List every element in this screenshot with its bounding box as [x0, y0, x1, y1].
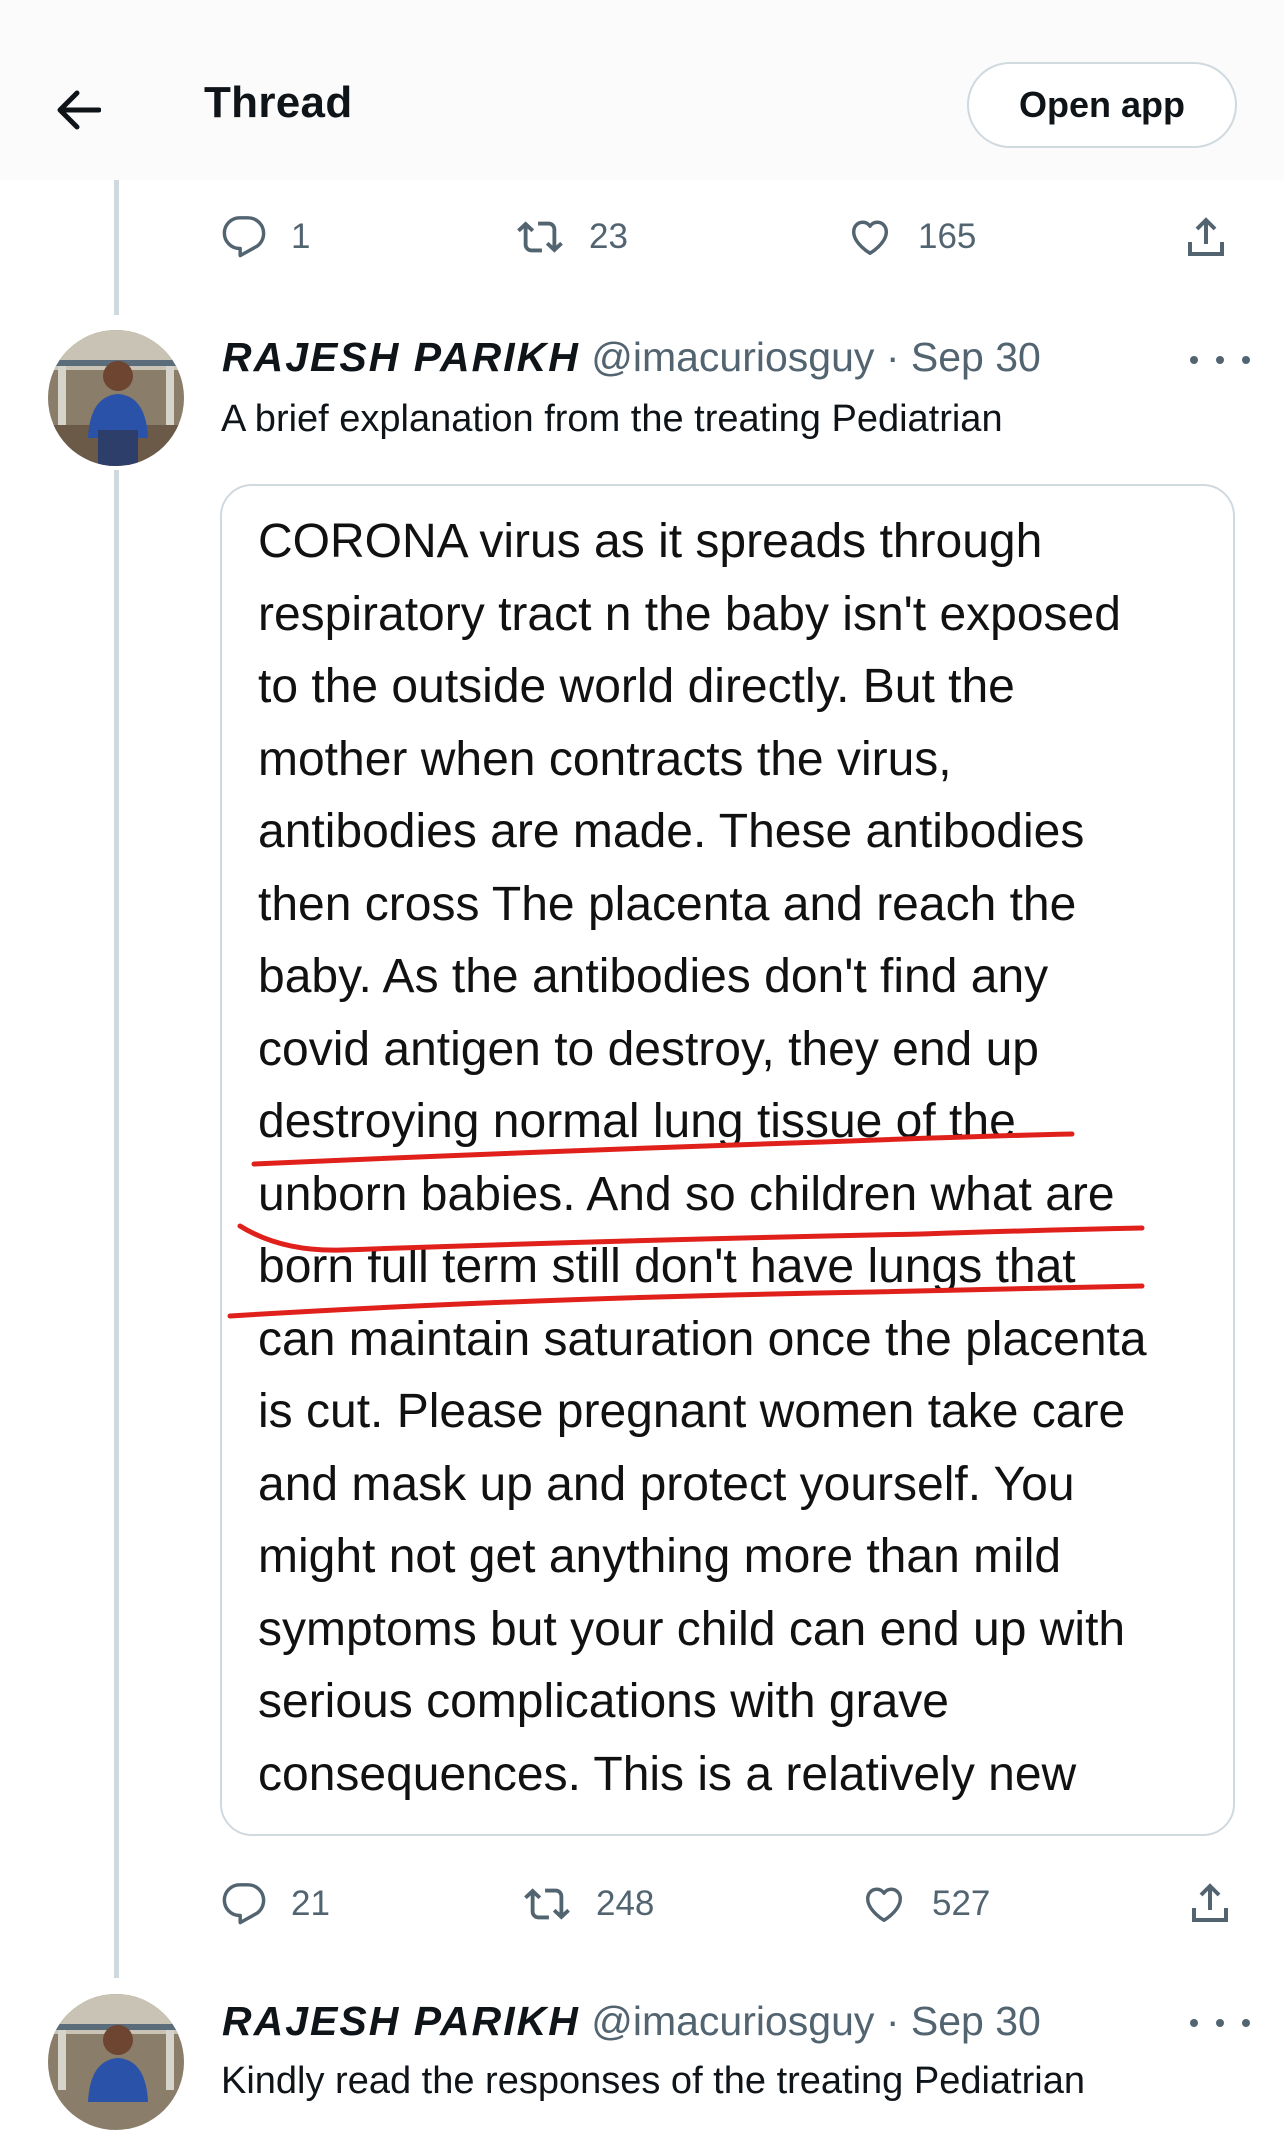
page-title: Thread [204, 78, 353, 127]
retweet-icon [517, 221, 563, 253]
avatar-photo [48, 1994, 184, 2130]
like-button[interactable]: 527 [860, 1881, 990, 1927]
red-underline-annotations [227, 1131, 1145, 1319]
more-icon-dot [1216, 356, 1224, 364]
tweet-date[interactable]: Sep 30 [911, 1998, 1041, 2044]
thread-connector-top [114, 180, 119, 315]
tweet-text: Kindly read the responses of the treatin… [221, 2060, 1085, 2102]
retweet-button[interactable]: 248 [522, 1881, 654, 1927]
author-name[interactable]: RAJESH PARIKH [222, 334, 580, 380]
author-handle[interactable]: @imacuriosguy [591, 1998, 874, 2044]
tweet-date[interactable]: Sep 30 [911, 334, 1041, 380]
share-icon [1192, 1883, 1228, 1922]
reply-icon [222, 1883, 266, 1925]
avatar[interactable] [48, 1994, 184, 2130]
reply-button[interactable]: 1 [221, 214, 310, 260]
more-button[interactable] [1190, 345, 1250, 375]
retweet-count: 248 [596, 1884, 655, 1923]
meta-separator: · [885, 334, 900, 380]
more-icon-dot [1190, 2019, 1198, 2027]
reply-count: 1 [291, 217, 311, 256]
retweet-icon [524, 1888, 570, 1920]
more-icon-dot [1242, 356, 1250, 364]
tweet-image[interactable]: CORONA virus as it spreads through respi… [220, 484, 1235, 1836]
more-button[interactable] [1190, 2008, 1250, 2038]
tweet-text: A brief explanation from the treating Pe… [221, 398, 1003, 440]
avatar[interactable] [48, 330, 184, 466]
like-icon [865, 1887, 903, 1923]
more-icon-dot [1190, 356, 1198, 364]
back-arrow-icon [57, 90, 101, 130]
tweet-header: RAJESH PARIKH @imacuriosguy · Sep 30 [222, 1998, 1041, 2045]
share-icon [1188, 217, 1224, 256]
more-icon-dot [1242, 2019, 1250, 2027]
like-count: 165 [918, 217, 977, 256]
like-icon [851, 220, 889, 256]
thread-connector-middle [114, 470, 119, 1978]
like-count: 527 [932, 1884, 991, 1923]
share-button[interactable] [1182, 211, 1254, 261]
meta-separator: · [885, 1998, 900, 2044]
reply-button[interactable]: 21 [221, 1881, 330, 1927]
author-handle[interactable]: @imacuriosguy [591, 334, 874, 380]
tweet-header: RAJESH PARIKH @imacuriosguy · Sep 30 [222, 334, 1041, 381]
back-button[interactable] [38, 75, 118, 145]
retweet-button[interactable]: 23 [515, 214, 628, 260]
avatar-photo [48, 330, 184, 466]
reply-icon [222, 216, 266, 258]
share-button[interactable] [1186, 1877, 1258, 1927]
author-name[interactable]: RAJESH PARIKH [222, 1998, 580, 2044]
like-button[interactable]: 165 [846, 214, 976, 260]
retweet-count: 23 [589, 217, 628, 256]
more-icon-dot [1216, 2019, 1224, 2027]
reply-count: 21 [291, 1884, 330, 1923]
open-app-button[interactable]: Open app [967, 62, 1237, 148]
